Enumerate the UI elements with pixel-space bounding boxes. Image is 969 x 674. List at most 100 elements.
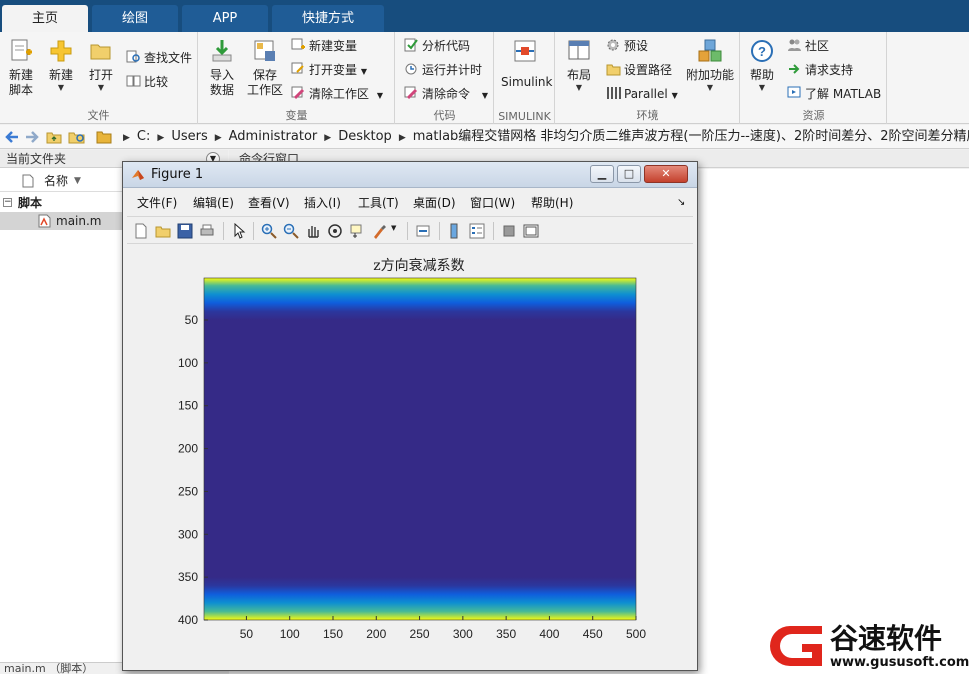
print-icon[interactable] <box>199 223 215 239</box>
parallel-icon <box>607 87 621 99</box>
new-variable-label: 新建变量 <box>309 39 358 53</box>
breadcrumb-item[interactable]: Desktop <box>338 129 392 144</box>
chart-svg[interactable]: z方向衰减系数 50 100 150 200 250 300 350 400 450 500 50… <box>129 246 691 664</box>
colorbar-icon[interactable] <box>447 223 463 239</box>
import-icon <box>212 40 232 62</box>
zoom-out-icon[interactable] <box>283 223 299 239</box>
tab-apps[interactable]: APP <box>182 5 268 32</box>
menu-insert[interactable]: 插入(I) <box>304 192 341 214</box>
minimize-button[interactable]: ▁ <box>590 165 614 183</box>
open-file-icon[interactable] <box>155 223 171 239</box>
analyze-code-label: 分析代码 <box>422 39 471 53</box>
save-icon[interactable] <box>177 223 193 239</box>
breadcrumb-item[interactable]: matlab编程交错网格 非均匀介质二维声波方程(一阶压力--速度)、2阶时间差… <box>413 129 969 144</box>
preferences-button[interactable]: 预设 <box>606 36 648 56</box>
y-tick-label: 350 <box>178 570 198 584</box>
show-plot-tools-icon[interactable] <box>523 223 539 239</box>
figure-titlebar[interactable]: Figure 1 ▁ □ ✕ <box>123 162 697 188</box>
tab-plots[interactable]: 绘图 <box>92 5 178 32</box>
gear-icon <box>607 39 619 51</box>
browse-folder-icon[interactable] <box>68 129 86 145</box>
run-and-time-button[interactable]: 运行并计时 <box>404 60 482 80</box>
x-tick-label: 500 <box>626 627 646 641</box>
script-file-icon <box>38 214 51 228</box>
help-button[interactable]: ? 帮助 ▼ <box>747 38 777 92</box>
group-label-variable: 变量 <box>285 109 308 122</box>
back-icon[interactable] <box>4 129 20 145</box>
simulink-button[interactable]: Simulink <box>501 38 552 90</box>
request-support-button[interactable]: 请求支持 <box>787 60 853 80</box>
open-button[interactable]: 打开 ▼ <box>84 38 118 92</box>
save-workspace-label: 保存 工作区 <box>246 68 283 97</box>
set-path-button[interactable]: 设置路径 <box>606 60 672 80</box>
plot-area[interactable]: z方向衰减系数 50 100 150 200 250 300 350 400 450 500 50… <box>129 246 691 664</box>
learn-matlab-button[interactable]: 了解 MATLAB <box>787 84 881 104</box>
figure-window[interactable]: Figure 1 ▁ □ ✕ 文件(F) 编辑(E) 查看(V) 插入(I) 工… <box>122 161 698 671</box>
new-figure-icon[interactable] <box>133 223 149 239</box>
rotate-3d-icon[interactable] <box>327 223 343 239</box>
y-tick-label: 50 <box>185 313 199 327</box>
new-script-button[interactable]: 新建 脚本 <box>4 38 38 98</box>
community-icon <box>788 39 801 51</box>
menu-file[interactable]: 文件(F) <box>137 192 177 214</box>
hide-plot-tools-icon[interactable] <box>501 223 517 239</box>
close-button[interactable]: ✕ <box>644 165 688 183</box>
compare-button[interactable]: 比较 <box>126 72 168 92</box>
pan-hand-icon[interactable] <box>305 223 321 239</box>
collapse-icon[interactable]: − <box>3 198 12 207</box>
y-tick-label: 150 <box>178 399 198 413</box>
zoom-in-icon[interactable] <box>261 223 277 239</box>
clear-commands-button[interactable]: 清除命令 ▼ <box>404 84 488 104</box>
legend-icon[interactable] <box>469 223 485 239</box>
brush-icon[interactable] <box>371 223 387 239</box>
menu-view[interactable]: 查看(V) <box>248 192 290 214</box>
open-variable-button[interactable]: 打开变量 ▼ <box>291 60 367 80</box>
tab-home[interactable]: 主页 <box>2 5 88 32</box>
watermark-logo: 谷速软件 www.gususoft.com <box>770 622 969 670</box>
analyze-code-button[interactable]: 分析代码 <box>404 36 470 56</box>
request-support-label: 请求支持 <box>805 63 854 77</box>
community-button[interactable]: 社区 <box>787 36 829 56</box>
import-data-button[interactable]: 导入 数据 <box>205 38 239 98</box>
svg-text:www.gususoft.com: www.gususoft.com <box>830 655 969 670</box>
breadcrumb-separator-icon: ▶ <box>324 133 332 143</box>
chevron-down-icon[interactable]: ▼ <box>391 224 396 232</box>
find-files-button[interactable]: 查找文件 <box>126 48 192 68</box>
menu-help[interactable]: 帮助(H) <box>531 192 573 214</box>
chevron-down-icon: ▼ <box>360 67 367 76</box>
new-variable-button[interactable]: 新建变量 <box>291 36 357 56</box>
forward-icon[interactable] <box>24 129 40 145</box>
new-script-icon <box>11 39 32 61</box>
breadcrumb-item[interactable]: Users <box>171 129 207 144</box>
pointer-icon[interactable] <box>231 223 247 239</box>
menu-edit[interactable]: 编辑(E) <box>193 192 234 214</box>
maximize-button[interactable]: □ <box>617 165 641 183</box>
addons-label: 附加功能 <box>685 68 734 82</box>
layout-button[interactable]: 布局 ▼ <box>562 38 596 92</box>
learn-matlab-icon <box>787 86 801 98</box>
ribbon-group-resources: ? 帮助 ▼ 社区 请求支持 了解 MATLAB 资源 <box>741 32 887 124</box>
breadcrumb-item[interactable]: Administrator <box>229 129 318 144</box>
x-tick-label: 300 <box>453 627 473 641</box>
clear-workspace-button[interactable]: 清除工作区 ▼ <box>291 84 383 104</box>
menu-tools[interactable]: 工具(T) <box>358 192 399 214</box>
menu-window[interactable]: 窗口(W) <box>470 192 515 214</box>
tab-shortcuts[interactable]: 快捷方式 <box>272 5 384 32</box>
data-cursor-icon[interactable] <box>349 223 365 239</box>
dock-icon[interactable]: ↘ <box>677 192 685 214</box>
up-folder-icon[interactable] <box>46 129 62 145</box>
simulink-icon <box>514 40 536 62</box>
svg-text:?: ? <box>758 44 766 59</box>
x-tick-label: 250 <box>410 627 430 641</box>
toolbar-separator <box>253 222 254 240</box>
parallel-button[interactable]: Parallel ▼ <box>606 84 678 104</box>
save-workspace-button[interactable]: 保存 工作区 <box>245 38 285 98</box>
link-plot-icon[interactable] <box>415 223 431 239</box>
new-button[interactable]: 新建 ▼ <box>44 38 78 92</box>
addons-button[interactable]: 附加功能 ▼ <box>684 38 736 92</box>
set-path-label: 设置路径 <box>624 63 673 77</box>
y-tick-label: 100 <box>178 356 198 370</box>
breadcrumb-item[interactable]: C: <box>137 129 150 144</box>
clear-workspace-label: 清除工作区 <box>309 87 370 101</box>
menu-desktop[interactable]: 桌面(D) <box>413 192 456 214</box>
